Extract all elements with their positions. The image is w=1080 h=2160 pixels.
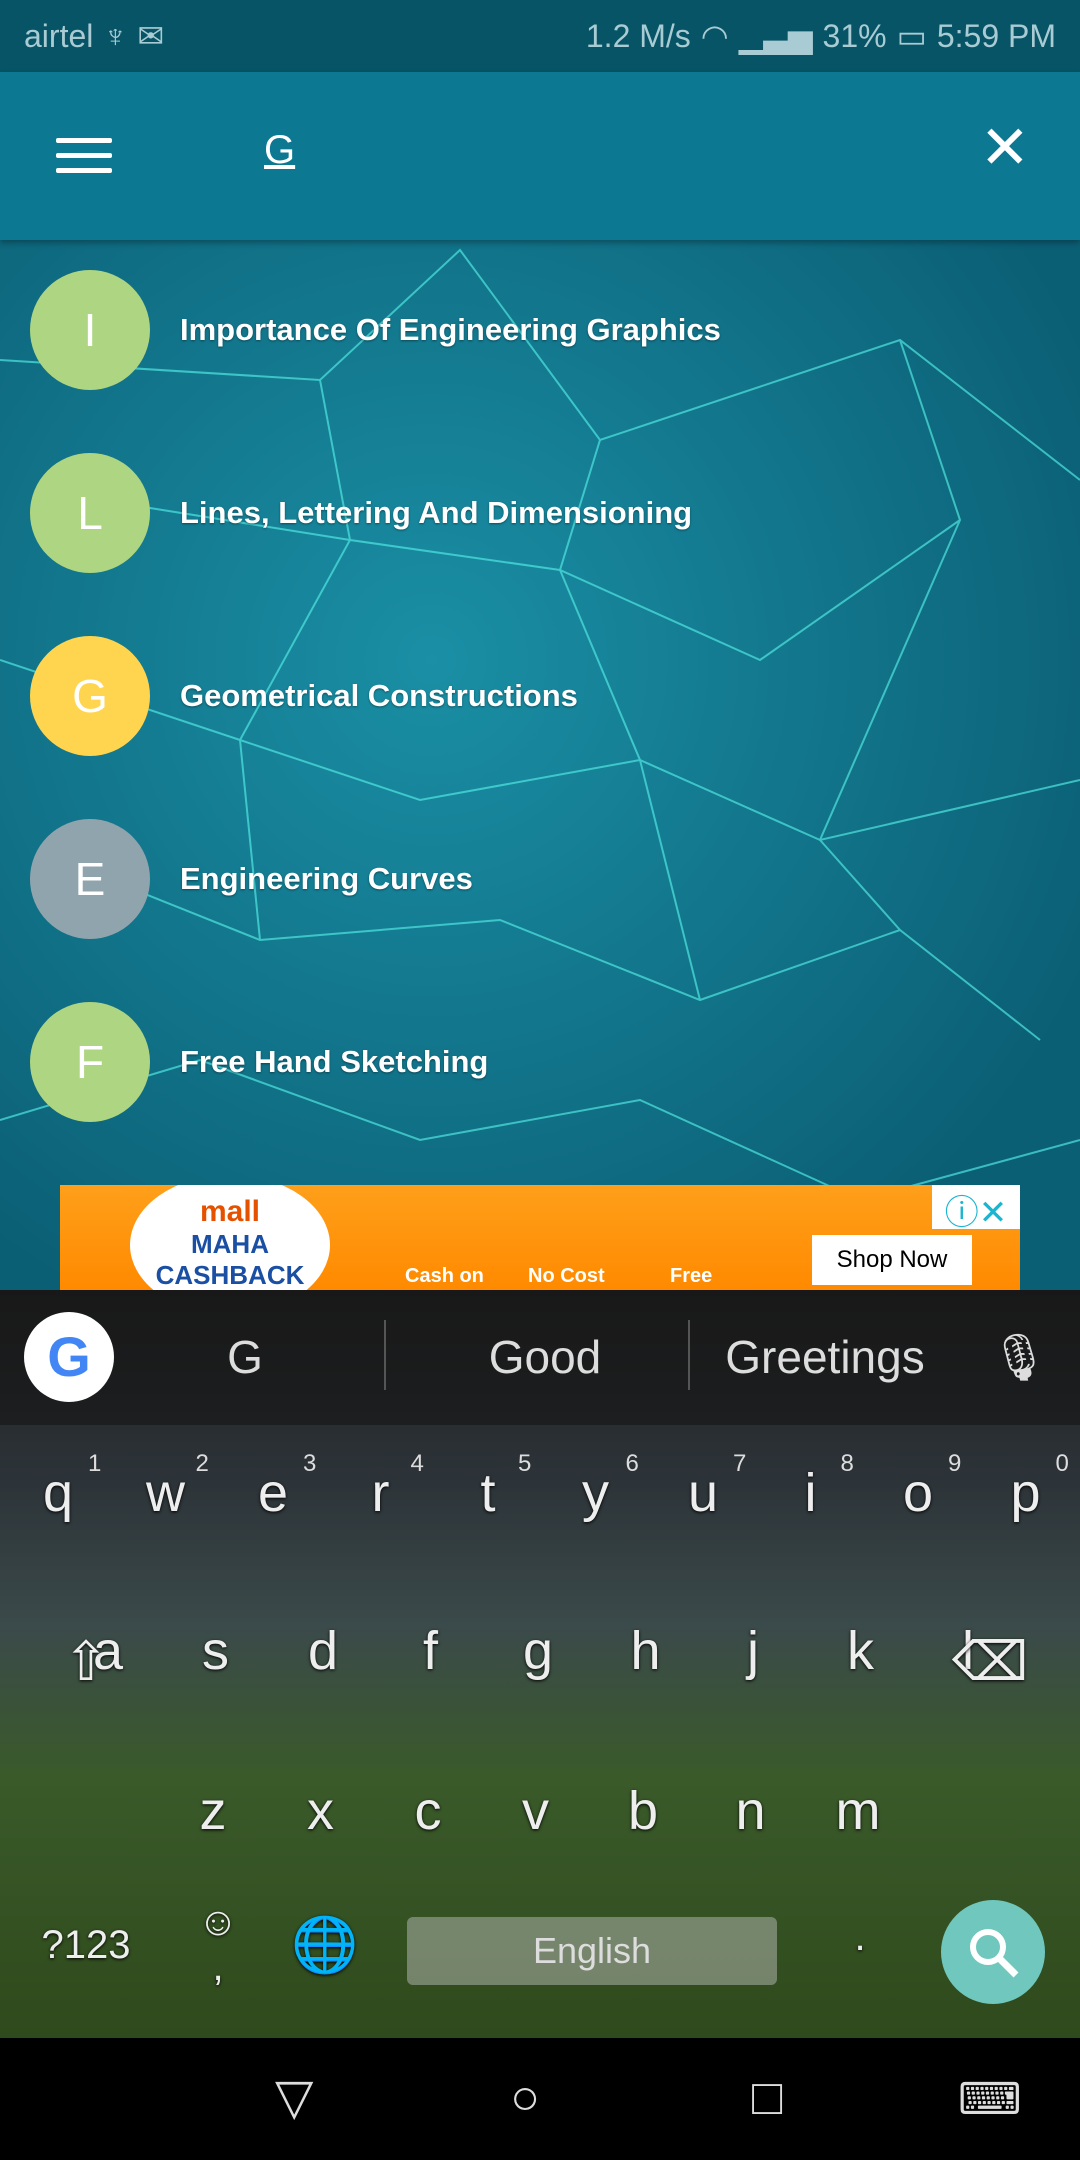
- signal-icon: ▁▃▅: [738, 18, 813, 54]
- key-b[interactable]: b: [593, 1780, 693, 1842]
- key-hint: 1: [88, 1450, 102, 1477]
- key-x[interactable]: x: [271, 1780, 371, 1842]
- suggestion[interactable]: Greetings: [700, 1330, 950, 1384]
- home-icon[interactable]: ○: [510, 2068, 540, 2126]
- search-icon: [970, 1929, 1019, 1978]
- avatar: G: [30, 636, 150, 756]
- carrier: airtel: [24, 17, 94, 54]
- emoji-comma-key[interactable]: ☺,: [168, 1900, 268, 1990]
- list-item[interactable]: G Geometrical Constructions: [30, 636, 578, 756]
- ad-logo: mall MAHA CASHBACK: [130, 1185, 330, 1290]
- period-key[interactable]: .: [810, 1915, 910, 1960]
- key-hint: 3: [303, 1450, 317, 1477]
- ad-info-close-icon[interactable]: ⓘ✕: [932, 1185, 1020, 1232]
- key-hint: 2: [195, 1450, 209, 1477]
- key-hint: 0: [1055, 1450, 1069, 1477]
- clock: 5:59 PM: [936, 17, 1056, 54]
- navigation-bar: ▽ ○ □ ⌨: [0, 2038, 1080, 2160]
- list-item[interactable]: E Engineering Curves: [30, 819, 473, 939]
- ad-feature: Free: [670, 1265, 713, 1287]
- key-c[interactable]: c: [378, 1780, 478, 1842]
- avatar: E: [30, 819, 150, 939]
- item-title: Lines, Lettering And Dimensioning: [180, 495, 693, 530]
- list-item[interactable]: L Lines, Lettering And Dimensioning: [30, 453, 692, 573]
- suggestion-strip: G G Good Greetings 🎙: [0, 1290, 1080, 1425]
- key-hint: 7: [733, 1450, 747, 1477]
- key-m[interactable]: m: [808, 1780, 908, 1842]
- wifi-icon: ◠: [700, 18, 729, 54]
- backspace-icon[interactable]: ⌫: [940, 1630, 1040, 1693]
- key-hint: 8: [840, 1450, 854, 1477]
- key-hint: 4: [410, 1450, 424, 1477]
- globe-icon[interactable]: 🌐: [275, 1914, 375, 1977]
- ad-feature: No Cost: [528, 1265, 605, 1287]
- suggestion[interactable]: G: [150, 1330, 340, 1384]
- battery-percent: 31%: [822, 17, 887, 54]
- key-d[interactable]: d: [273, 1620, 373, 1682]
- item-title: Geometrical Constructions: [180, 678, 578, 713]
- key-hint: 9: [948, 1450, 962, 1477]
- key-v[interactable]: v: [486, 1780, 586, 1842]
- key-hint: 5: [518, 1450, 532, 1477]
- space-bar[interactable]: English: [407, 1917, 777, 1985]
- mail-icon: ✉: [137, 18, 165, 54]
- search-key[interactable]: [941, 1900, 1045, 2004]
- list-item[interactable]: F Free Hand Sketching: [30, 1002, 488, 1122]
- ad-banner[interactable]: mall MAHA CASHBACK Cash on No Cost Free S…: [60, 1185, 1020, 1290]
- key-j[interactable]: j: [703, 1620, 803, 1682]
- list-item[interactable]: I Importance Of Engineering Graphics: [30, 270, 721, 390]
- avatar: L: [30, 453, 150, 573]
- search-input[interactable]: G: [264, 128, 295, 173]
- key-z[interactable]: z: [163, 1780, 263, 1842]
- microphone-icon[interactable]: 🎙: [990, 1330, 1048, 1385]
- key-h[interactable]: h: [596, 1620, 696, 1682]
- keyboard: G G Good Greetings 🎙 q1w2e3r4t5y6u7i8o9p…: [0, 1290, 1080, 2038]
- google-icon[interactable]: G: [24, 1312, 114, 1402]
- battery-icon: ▭: [896, 18, 927, 54]
- key-n[interactable]: n: [701, 1780, 801, 1842]
- keyboard-icon[interactable]: ⌨: [958, 2074, 1022, 2125]
- key-hint: 6: [625, 1450, 639, 1477]
- close-icon[interactable]: ✕: [980, 118, 1030, 178]
- status-bar: airtel ♆ ✉ 1.2 M/s ◠ ▁▃▅ 31% ▭ 5:59 PM: [0, 0, 1080, 72]
- shop-now-button[interactable]: Shop Now: [812, 1235, 972, 1285]
- key-f[interactable]: f: [381, 1620, 481, 1682]
- item-title: Engineering Curves: [180, 861, 473, 896]
- key-k[interactable]: k: [811, 1620, 911, 1682]
- network-background: [0, 248, 1080, 1202]
- menu-icon[interactable]: [56, 138, 112, 174]
- key-s[interactable]: s: [166, 1620, 266, 1682]
- suggestion[interactable]: Good: [400, 1330, 690, 1384]
- recents-icon[interactable]: □: [752, 2068, 782, 2126]
- network-speed: 1.2 M/s: [585, 17, 691, 54]
- usb-icon: ♆: [103, 17, 128, 54]
- item-title: Importance Of Engineering Graphics: [180, 312, 721, 347]
- results-list: I Importance Of Engineering Graphics L Lin…: [0, 240, 1080, 1290]
- app-bar: G ✕: [0, 72, 1080, 240]
- back-icon[interactable]: ▽: [275, 2068, 313, 2126]
- shift-icon[interactable]: ⇧: [36, 1630, 136, 1693]
- item-title: Free Hand Sketching: [180, 1044, 489, 1079]
- avatar: F: [30, 1002, 150, 1122]
- avatar: I: [30, 270, 150, 390]
- symbols-key[interactable]: ?123: [26, 1923, 146, 1968]
- key-g[interactable]: g: [488, 1620, 588, 1682]
- ad-feature: Cash on: [405, 1265, 484, 1287]
